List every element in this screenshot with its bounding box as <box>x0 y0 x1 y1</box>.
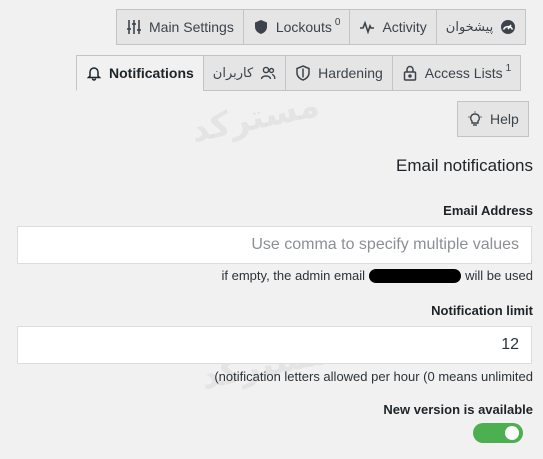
tab-hardening[interactable]: Hardening <box>285 55 393 91</box>
tab-bar-row-1: Main Settings Lockouts 0 Activity پیشخوا… <box>116 9 527 45</box>
tab-label: Help <box>490 111 519 127</box>
sliders-icon <box>126 19 142 35</box>
new-version-label: New version is available <box>383 402 533 417</box>
lightbulb-icon <box>467 111 483 127</box>
email-hint-text-end: will be used <box>465 268 533 283</box>
new-version-toggle[interactable] <box>473 423 523 443</box>
tab-bar-row-2: Notifications کاربران Hardening Access L… <box>76 55 522 91</box>
tab-label: پیشخوان <box>445 19 494 34</box>
tab-dashboard[interactable]: پیشخوان <box>435 9 527 45</box>
tab-label: Lockouts <box>275 19 332 35</box>
access-lists-count-badge: 1 <box>505 62 512 74</box>
tab-notifications[interactable]: Notifications <box>76 55 204 91</box>
tab-label: Activity <box>382 19 427 35</box>
tab-label: Hardening <box>318 65 383 81</box>
lock-icon <box>402 65 418 81</box>
tab-label: Main Settings <box>149 19 234 35</box>
tab-label: Access Lists <box>424 65 503 81</box>
lockouts-count-badge: 0 <box>334 16 341 28</box>
watermark-logo: مسترکد <box>187 85 323 151</box>
tab-access-lists[interactable]: Access Lists 1 <box>391 55 522 91</box>
email-hint: if empty, the admin email will be used <box>222 268 533 283</box>
pulse-icon <box>359 19 375 35</box>
dashboard-icon <box>500 19 516 35</box>
tab-bar-row-3: Help <box>457 101 529 137</box>
bell-icon <box>86 65 102 81</box>
tab-main-settings[interactable]: Main Settings <box>116 9 244 45</box>
tab-label: Notifications <box>109 65 194 81</box>
shield-icon <box>253 19 269 35</box>
tab-activity[interactable]: Activity <box>349 9 437 45</box>
email-address-input[interactable] <box>17 226 532 264</box>
notification-limit-input[interactable] <box>17 326 532 364</box>
notification-limit-label: Notification limit <box>431 303 533 318</box>
shield-outline-icon <box>295 65 311 81</box>
tab-label: کاربران <box>212 65 254 80</box>
tab-help[interactable]: Help <box>457 101 529 137</box>
email-hint-text-start: if empty, the admin email <box>221 268 366 283</box>
notification-limit-hint: (notification letters allowed per hour (… <box>214 369 533 384</box>
toggle-knob <box>505 426 519 440</box>
users-icon <box>260 65 276 81</box>
email-address-label: Email Address <box>443 203 533 218</box>
tab-lockouts[interactable]: Lockouts 0 <box>242 9 351 45</box>
section-title: Email notifications <box>395 156 533 175</box>
redacted-admin-email <box>369 268 462 283</box>
tab-users[interactable]: کاربران <box>202 55 287 91</box>
